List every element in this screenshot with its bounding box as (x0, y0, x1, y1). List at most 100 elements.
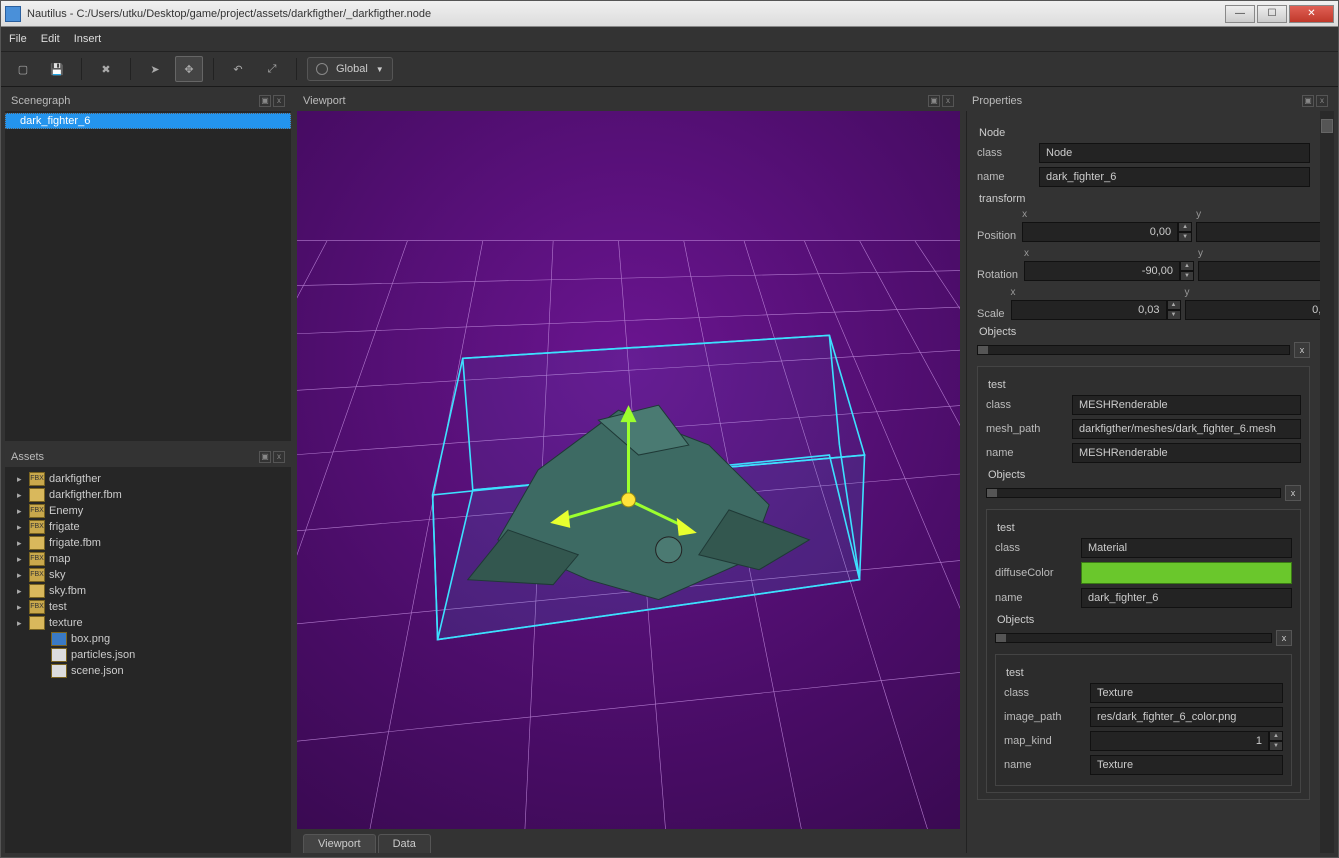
position-x-input[interactable] (1022, 222, 1178, 242)
maximize-button[interactable]: ☐ (1257, 5, 1287, 23)
mesh-path-input[interactable] (1072, 419, 1301, 439)
asset-item[interactable]: ▸FBXmap (5, 551, 291, 567)
new-file-icon[interactable]: ▢ (9, 56, 37, 82)
expand-icon[interactable]: ▸ (17, 538, 25, 549)
node-section-label: Node (979, 127, 1310, 139)
delete-object-button[interactable]: x (1294, 342, 1310, 358)
panel-float-icon[interactable]: ▣ (259, 95, 271, 107)
asset-item[interactable]: ▸FBXfrigate (5, 519, 291, 535)
asset-label: sky (49, 569, 66, 581)
fbx-icon: FBX (29, 472, 45, 486)
viewport-title: Viewport (303, 95, 346, 107)
undo-icon[interactable]: ↶ (224, 56, 252, 82)
mesh-name-input[interactable] (1072, 443, 1301, 463)
save-icon[interactable]: 💾 (43, 56, 71, 82)
properties-header: Properties ▣x (966, 91, 1334, 111)
menu-file[interactable]: File (9, 33, 27, 45)
panel-close-icon[interactable]: x (1316, 95, 1328, 107)
panel-float-icon[interactable]: ▣ (259, 451, 271, 463)
panel-float-icon[interactable]: ▣ (1302, 95, 1314, 107)
class-label: class (977, 147, 1033, 159)
asset-item[interactable]: ▸ darkfigther.fbm (5, 487, 291, 503)
folder-icon (29, 616, 45, 630)
objects-slider[interactable] (986, 488, 1281, 498)
mat-class-input[interactable] (1081, 538, 1292, 558)
scrollbar-thumb[interactable] (1321, 119, 1333, 133)
spin-up-icon[interactable]: ▲ (1178, 222, 1192, 232)
tex-mapkind-input[interactable] (1090, 731, 1269, 751)
scrollbar-track[interactable] (1320, 111, 1334, 853)
scenegraph-item-selected[interactable]: dark_fighter_6 (5, 113, 291, 129)
cursor-icon[interactable]: ➤ (141, 56, 169, 82)
asset-item[interactable]: ▸FBXtest (5, 599, 291, 615)
objects-slider[interactable] (977, 345, 1290, 355)
asset-label: particles.json (71, 649, 135, 661)
rotation-y-input[interactable] (1198, 261, 1334, 281)
expand-icon[interactable]: ▸ (17, 554, 25, 565)
class-input[interactable] (1039, 143, 1310, 163)
asset-label: frigate (49, 521, 80, 533)
tab-data[interactable]: Data (378, 834, 431, 853)
asset-item[interactable]: ▸FBXsky (5, 567, 291, 583)
tex-class-input[interactable] (1090, 683, 1283, 703)
asset-item[interactable]: ▸FBXdarkfigther (5, 471, 291, 487)
folder-icon (29, 488, 45, 502)
delete-icon[interactable]: ✖ (92, 56, 120, 82)
tex-image-path-input[interactable] (1090, 707, 1283, 727)
position-y-input[interactable] (1196, 222, 1334, 242)
scenegraph-tree[interactable]: dark_fighter_6 (5, 111, 291, 441)
asset-label: test (49, 601, 67, 613)
asset-item[interactable]: particles.json (5, 647, 291, 663)
close-button[interactable]: ✕ (1289, 5, 1334, 23)
asset-label: darkfigther.fbm (49, 489, 122, 501)
asset-label: Enemy (49, 505, 83, 517)
tex-name-input[interactable] (1090, 755, 1283, 775)
delete-object-button[interactable]: x (1285, 485, 1301, 501)
scale-y-input[interactable] (1185, 300, 1334, 320)
scale-label: Scale (977, 308, 1005, 320)
expand-icon[interactable]: ▸ (17, 586, 25, 597)
panel-close-icon[interactable]: x (942, 95, 954, 107)
expand-icon[interactable]: ▸ (17, 570, 25, 581)
coordinate-space-select[interactable]: Global ▼ (307, 57, 393, 81)
expand-icon[interactable]: ⤢ (258, 56, 286, 82)
scale-x-input[interactable] (1011, 300, 1167, 320)
toolbar: ▢ 💾 ✖ ➤ ✥ ↶ ⤢ Global ▼ (1, 51, 1338, 87)
delete-object-button[interactable]: x (1276, 630, 1292, 646)
fbx-icon: FBX (29, 552, 45, 566)
panel-close-icon[interactable]: x (273, 95, 285, 107)
rotation-x-input[interactable] (1024, 261, 1180, 281)
expand-icon[interactable]: ▸ (17, 618, 25, 629)
expand-icon[interactable]: ▸ (17, 506, 25, 517)
json-icon (51, 648, 67, 662)
panel-float-icon[interactable]: ▣ (928, 95, 940, 107)
spin-down-icon[interactable]: ▼ (1178, 232, 1192, 242)
name-input[interactable] (1039, 167, 1310, 187)
assets-tree[interactable]: ▸FBXdarkfigther▸darkfigther.fbm▸FBXEnemy… (5, 467, 291, 853)
asset-item[interactable]: ▸frigate.fbm (5, 535, 291, 551)
expand-icon[interactable]: ▸ (17, 474, 25, 485)
asset-item[interactable]: ▸sky.fbm (5, 583, 291, 599)
viewport-tabs: Viewport Data (297, 829, 960, 853)
diffuse-color-swatch[interactable] (1081, 562, 1292, 584)
tab-viewport[interactable]: Viewport (303, 834, 376, 853)
panel-close-icon[interactable]: x (273, 451, 285, 463)
objects-slider[interactable] (995, 633, 1272, 643)
menu-edit[interactable]: Edit (41, 33, 60, 45)
menu-insert[interactable]: Insert (74, 33, 102, 45)
mat-name-input[interactable] (1081, 588, 1292, 608)
object-texture: test class image_path map_kind▲▼ name (995, 654, 1292, 786)
expand-icon[interactable]: ▸ (17, 602, 25, 613)
asset-item[interactable]: ▸texture (5, 615, 291, 631)
asset-item[interactable]: scene.json (5, 663, 291, 679)
scenegraph-header: Scenegraph ▣x (5, 91, 291, 111)
mesh-class-input[interactable] (1072, 395, 1301, 415)
asset-item[interactable]: box.png (5, 631, 291, 647)
properties-title: Properties (972, 95, 1022, 107)
move-icon[interactable]: ✥ (175, 56, 203, 82)
expand-icon[interactable]: ▸ (17, 522, 25, 533)
expand-icon[interactable]: ▸ (17, 490, 25, 501)
minimize-button[interactable]: — (1225, 5, 1255, 23)
viewport-3d[interactable] (297, 111, 960, 829)
asset-item[interactable]: ▸FBXEnemy (5, 503, 291, 519)
